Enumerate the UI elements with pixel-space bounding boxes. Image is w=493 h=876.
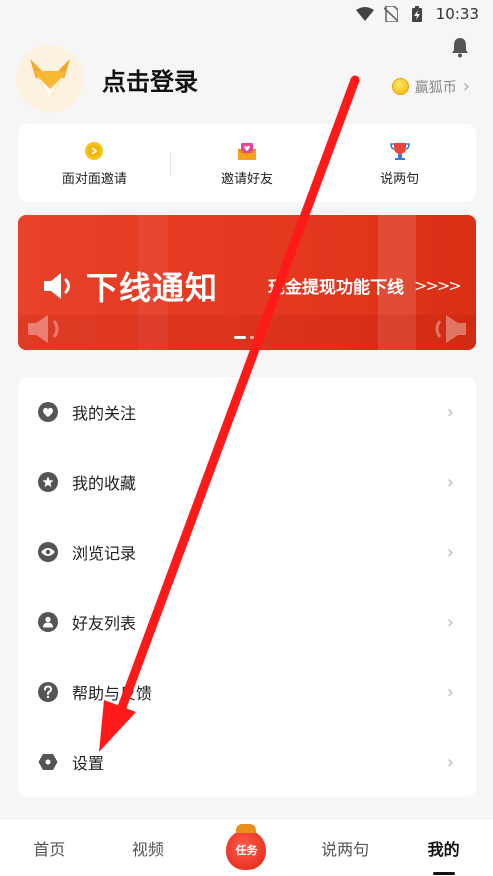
envelope-heart-icon — [236, 140, 258, 162]
chevron-right-icon: › — [446, 401, 454, 423]
question-icon — [38, 682, 58, 702]
chevron-right-icon: › — [462, 76, 470, 97]
menu-item-favorites[interactable]: 我的收藏 › — [18, 447, 476, 517]
announcement-banner[interactable]: 下线通知 现金提现功能下线 >>>> — [18, 215, 476, 350]
menu-item-history[interactable]: 浏览记录 › — [18, 517, 476, 587]
menu-item-label: 帮助与反馈 — [72, 684, 153, 703]
chevron-right-icon: › — [446, 611, 454, 633]
face-to-face-invite-button[interactable]: 面对面邀请 — [18, 140, 171, 187]
chevron-right-icon: › — [446, 471, 454, 493]
status-time: 10:33 — [435, 5, 479, 23]
quick-action-label: 说两句 — [380, 171, 420, 187]
no-sim-icon — [382, 6, 400, 22]
menu-item-following[interactable]: 我的关注 › — [18, 377, 476, 447]
speaker-decoration-icon — [435, 315, 466, 343]
menu-item-help-feedback[interactable]: 帮助与反馈 › — [18, 657, 476, 727]
menu-item-label: 好友列表 — [72, 614, 137, 633]
menu-item-friends[interactable]: 好友列表 › — [18, 587, 476, 657]
carousel-dot — [234, 336, 246, 339]
say-something-button[interactable]: 说两句 — [323, 140, 476, 187]
hexagon-icon — [38, 752, 58, 772]
banner-subtitle: 现金提现功能下线 >>>> — [268, 273, 462, 298]
coin-link[interactable]: 赢狐币 › — [391, 76, 470, 97]
quick-actions-card: 面对面邀请 邀请好友 说两句 — [18, 124, 476, 202]
profile-header: 点击登录 赢狐币 › — [16, 44, 478, 114]
banner-decoration — [18, 315, 476, 350]
quick-action-label: 面对面邀请 — [61, 171, 127, 187]
battery-charging-icon — [408, 6, 426, 22]
nav-tasks-label: 任务 — [235, 843, 258, 857]
carousel-dot — [250, 336, 254, 339]
menu-item-label: 设置 — [72, 754, 105, 773]
eye-icon — [38, 542, 58, 562]
banner-title: 下线通知 — [42, 263, 218, 309]
carousel-dot — [258, 336, 262, 339]
speaker-decoration-icon — [28, 315, 59, 343]
invite-friends-button[interactable]: 邀请好友 — [171, 140, 324, 187]
nav-say-something[interactable]: 说两句 — [296, 819, 395, 876]
chevron-right-icon: › — [446, 751, 454, 773]
quick-action-label: 邀请好友 — [221, 171, 274, 187]
login-link[interactable]: 点击登录 — [102, 62, 198, 97]
banner-subtitle-text: 现金提现功能下线 — [268, 278, 404, 298]
menu-item-label: 浏览记录 — [72, 544, 137, 563]
menu-item-label: 我的收藏 — [72, 474, 137, 493]
status-bar: 10:33 — [0, 0, 493, 28]
nav-home[interactable]: 首页 — [0, 819, 99, 876]
bottom-nav: 首页 视频 任务 说两句 我的 — [0, 818, 493, 876]
wifi-icon — [355, 6, 374, 22]
fox-avatar-icon — [30, 59, 70, 99]
coin-icon — [83, 140, 105, 162]
trophy-icon — [389, 140, 411, 162]
menu-item-settings[interactable]: 设置 › — [18, 727, 476, 797]
nav-tasks[interactable]: 任务 — [197, 819, 296, 876]
menu-item-label: 我的关注 — [72, 404, 137, 423]
speaker-icon — [44, 273, 70, 299]
avatar[interactable] — [16, 45, 84, 113]
coin-icon — [391, 78, 409, 95]
heart-icon — [38, 402, 58, 422]
chevron-right-icon: › — [446, 541, 454, 563]
nav-mine[interactable]: 我的 — [394, 819, 493, 876]
person-icon — [38, 612, 58, 632]
nav-video[interactable]: 视频 — [99, 819, 198, 876]
banner-arrows: >>>> — [414, 276, 462, 295]
star-icon — [38, 472, 58, 492]
chevron-right-icon: › — [446, 681, 454, 703]
carousel-indicator — [234, 336, 262, 339]
menu-list: 我的关注 › 我的收藏 › 浏览记录 › 好友列表 › 帮助与反馈 › 设置 › — [18, 377, 476, 797]
coin-label: 赢狐币 — [414, 79, 457, 96]
banner-title-text: 下线通知 — [86, 269, 219, 307]
task-bag-icon: 任务 — [226, 823, 267, 870]
